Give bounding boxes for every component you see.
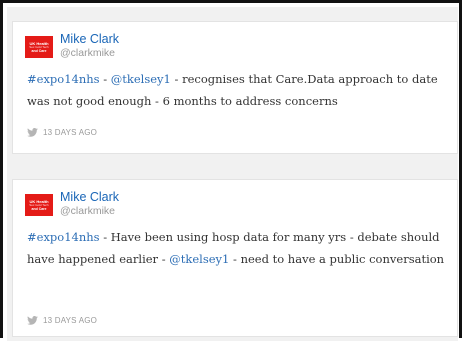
author-handle[interactable]: @clarkmike — [60, 205, 115, 217]
tweet-text-segment: - — [99, 72, 111, 86]
mention-link[interactable]: @tkelsey1 — [111, 72, 171, 86]
tweet-meta: 13 DAYS AGO — [27, 316, 97, 325]
author-handle[interactable]: @clarkmike — [60, 47, 115, 59]
twitter-bird-icon — [27, 316, 38, 325]
widget-frame: UK Health Sec Gold Tech and Care Mike Cl… — [0, 0, 462, 341]
tweet-text: #expo14nhs - Have been using hosp data f… — [27, 226, 447, 270]
hashtag-link[interactable]: #expo14nhs — [27, 230, 100, 244]
tweet-timestamp[interactable]: 13 DAYS AGO — [43, 316, 97, 325]
tweet-text: #expo14nhs - @tkelsey1 - recognises that… — [27, 68, 447, 112]
tweet-card: UK Health Sec Gold Tech and Care Mike Cl… — [12, 179, 458, 337]
mention-link[interactable]: @tkelsey1 — [169, 252, 229, 266]
tweet-timestamp[interactable]: 13 DAYS AGO — [43, 128, 97, 137]
twitter-bird-icon — [27, 128, 38, 137]
hashtag-link[interactable]: #expo14nhs — [27, 72, 100, 86]
avatar[interactable]: UK Health Sec Gold Tech and Care — [25, 36, 53, 58]
avatar-line-3: and Care — [31, 206, 47, 211]
author-name[interactable]: Mike Clark — [60, 32, 119, 46]
tweet-card: UK Health Sec Gold Tech and Care Mike Cl… — [12, 21, 458, 154]
tweet-meta: 13 DAYS AGO — [27, 128, 97, 137]
avatar[interactable]: UK Health Sec Gold Tech and Care — [25, 194, 53, 216]
tweet-text-segment: - need to have a public conversation — [229, 252, 445, 266]
tweet-feed: UK Health Sec Gold Tech and Care Mike Cl… — [7, 7, 458, 341]
avatar-line-3: and Care — [31, 48, 47, 53]
author-name[interactable]: Mike Clark — [60, 190, 119, 204]
